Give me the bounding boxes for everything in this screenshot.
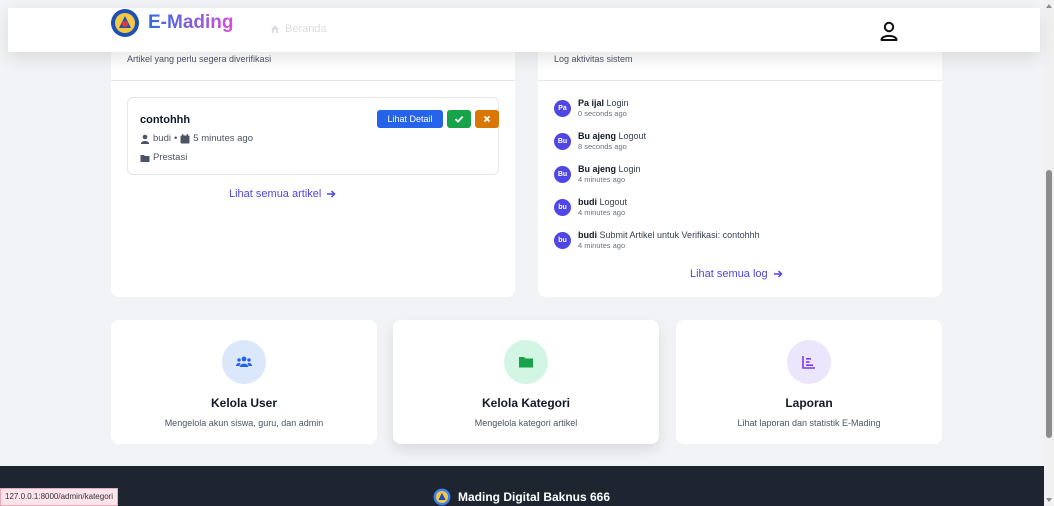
scrollbar-thumb[interactable] [1046, 170, 1052, 438]
log-action: Logout [618, 131, 647, 141]
feature-desc: Mengelola kategori artikel [474, 418, 578, 428]
article-item: contohhh budi • 5 minutes ago Prestasi L… [127, 97, 499, 175]
view-all-logs-link[interactable]: Lihat semua log [690, 268, 783, 280]
log-user: Pa ijal [578, 98, 605, 108]
article-meta: budi • 5 minutes ago [140, 133, 253, 144]
avatar: bu [554, 199, 571, 216]
log-action: Login [618, 164, 641, 174]
log-item: Bu Bu ajeng Logout 8 seconds ago [554, 131, 646, 152]
log-user: budi [578, 230, 597, 240]
folder-icon [140, 154, 150, 162]
log-text: budi Submit Artikel untuk Verifikasi: co… [578, 230, 760, 241]
log-text: Bu ajeng Login [578, 164, 641, 175]
status-bar-url: 127.0.0.1:8000/admin/kategori [0, 488, 119, 506]
log-item: bu budi Submit Artikel untuk Verifikasi:… [554, 230, 760, 251]
folder-icon [519, 357, 533, 368]
log-user: budi [578, 197, 597, 207]
feature-title: Kelola Kategori [481, 396, 571, 410]
log-time: 4 minutes ago [578, 208, 626, 217]
chart-icon [802, 356, 815, 369]
log-item: Pa Pa ijal Login 0 seconds ago [554, 98, 629, 119]
log-text: budi Logout [578, 197, 627, 208]
log-item: Bu Bu ajeng Login 4 minutes ago [554, 164, 641, 185]
avatar: Bu [554, 133, 571, 150]
log-time: 0 seconds ago [578, 109, 627, 118]
scroll-up-arrow[interactable] [1046, 4, 1052, 8]
article-category: Prestasi [153, 152, 188, 163]
article-time: 5 minutes ago [193, 133, 253, 144]
calendar-icon [180, 133, 190, 143]
feature-icon-wrap [787, 340, 831, 384]
view-all-logs-label: Lihat semua log [690, 268, 768, 280]
avatar: Bu [554, 166, 571, 183]
activity-log-card: Log aktivitas sistem Pa Pa ijal Login 0 … [538, 10, 942, 297]
user-icon [140, 134, 150, 144]
pending-subtitle: Artikel yang perlu segera diverifikasi [127, 54, 272, 64]
avatar: bu [554, 232, 571, 249]
log-user: Bu ajeng [578, 131, 617, 141]
scroll-down-arrow[interactable] [1046, 498, 1052, 502]
article-title: contohhh [140, 114, 191, 126]
manage-categories-card[interactable]: Kelola Kategori Mengelola kategori artik… [393, 320, 659, 444]
brand-name: E-Mading [148, 12, 234, 33]
view-all-articles-label: Lihat semua artikel [229, 188, 322, 200]
user-icon[interactable] [878, 20, 900, 42]
avatar: Pa [554, 100, 571, 117]
nav-home-link[interactable]: Beranda [270, 23, 327, 35]
log-user: Bu ajeng [578, 164, 617, 174]
footer-brand: Mading Digital Baknus 666 [433, 488, 610, 506]
footer: Mading Digital Baknus 666 [0, 466, 1044, 506]
feature-icon-wrap [222, 340, 266, 384]
article-category-row: Prestasi [140, 152, 187, 163]
feature-title: Kelola User [210, 396, 278, 410]
log-action: Submit Artikel untuk Verifikasi: contohh… [599, 230, 760, 240]
home-icon [271, 25, 279, 33]
scrollbar[interactable] [1044, 0, 1054, 506]
article-author: budi [153, 133, 171, 144]
check-icon [454, 115, 464, 123]
activity-subtitle: Log aktivitas sistem [554, 54, 633, 64]
divider [111, 80, 515, 81]
reject-button[interactable] [475, 110, 499, 128]
school-logo-icon [433, 488, 451, 506]
log-time: 4 minutes ago [578, 241, 626, 250]
close-icon [483, 115, 491, 123]
arrow-right-icon [773, 270, 783, 278]
brand[interactable]: E-Mading [110, 8, 234, 38]
divider [538, 80, 942, 81]
feature-title: Laporan [785, 396, 833, 410]
reports-card[interactable]: Laporan Lihat laporan dan statistik E-Ma… [676, 320, 942, 444]
feature-icon-wrap [504, 340, 548, 384]
feature-desc: Lihat laporan dan statistik E-Mading [737, 418, 881, 428]
feature-desc: Mengelola akun siswa, guru, dan admin [164, 418, 324, 428]
log-time: 4 minutes ago [578, 175, 626, 184]
view-detail-button[interactable]: Lihat Detail [377, 110, 443, 128]
log-action: Logout [599, 197, 628, 207]
approve-button[interactable] [447, 110, 471, 128]
pending-articles-card: Artikel yang perlu segera diverifikasi c… [111, 10, 515, 297]
users-icon [236, 356, 252, 367]
log-action: Login [606, 98, 629, 108]
top-navbar: E-Mading Beranda [8, 8, 1040, 52]
manage-users-card[interactable]: Kelola User Mengelola akun siswa, guru, … [111, 320, 377, 444]
log-text: Pa ijal Login [578, 98, 629, 109]
arrow-right-icon [327, 190, 336, 198]
nav-home-label: Beranda [285, 23, 327, 35]
footer-brand-text: Mading Digital Baknus 666 [458, 490, 611, 504]
view-all-articles-link[interactable]: Lihat semua artikel [229, 188, 336, 200]
log-item: bu budi Logout 4 minutes ago [554, 197, 627, 218]
meta-separator: • [173, 133, 178, 144]
log-time: 8 seconds ago [578, 142, 627, 151]
school-logo-icon [111, 9, 139, 37]
log-text: Bu ajeng Logout [578, 131, 646, 142]
